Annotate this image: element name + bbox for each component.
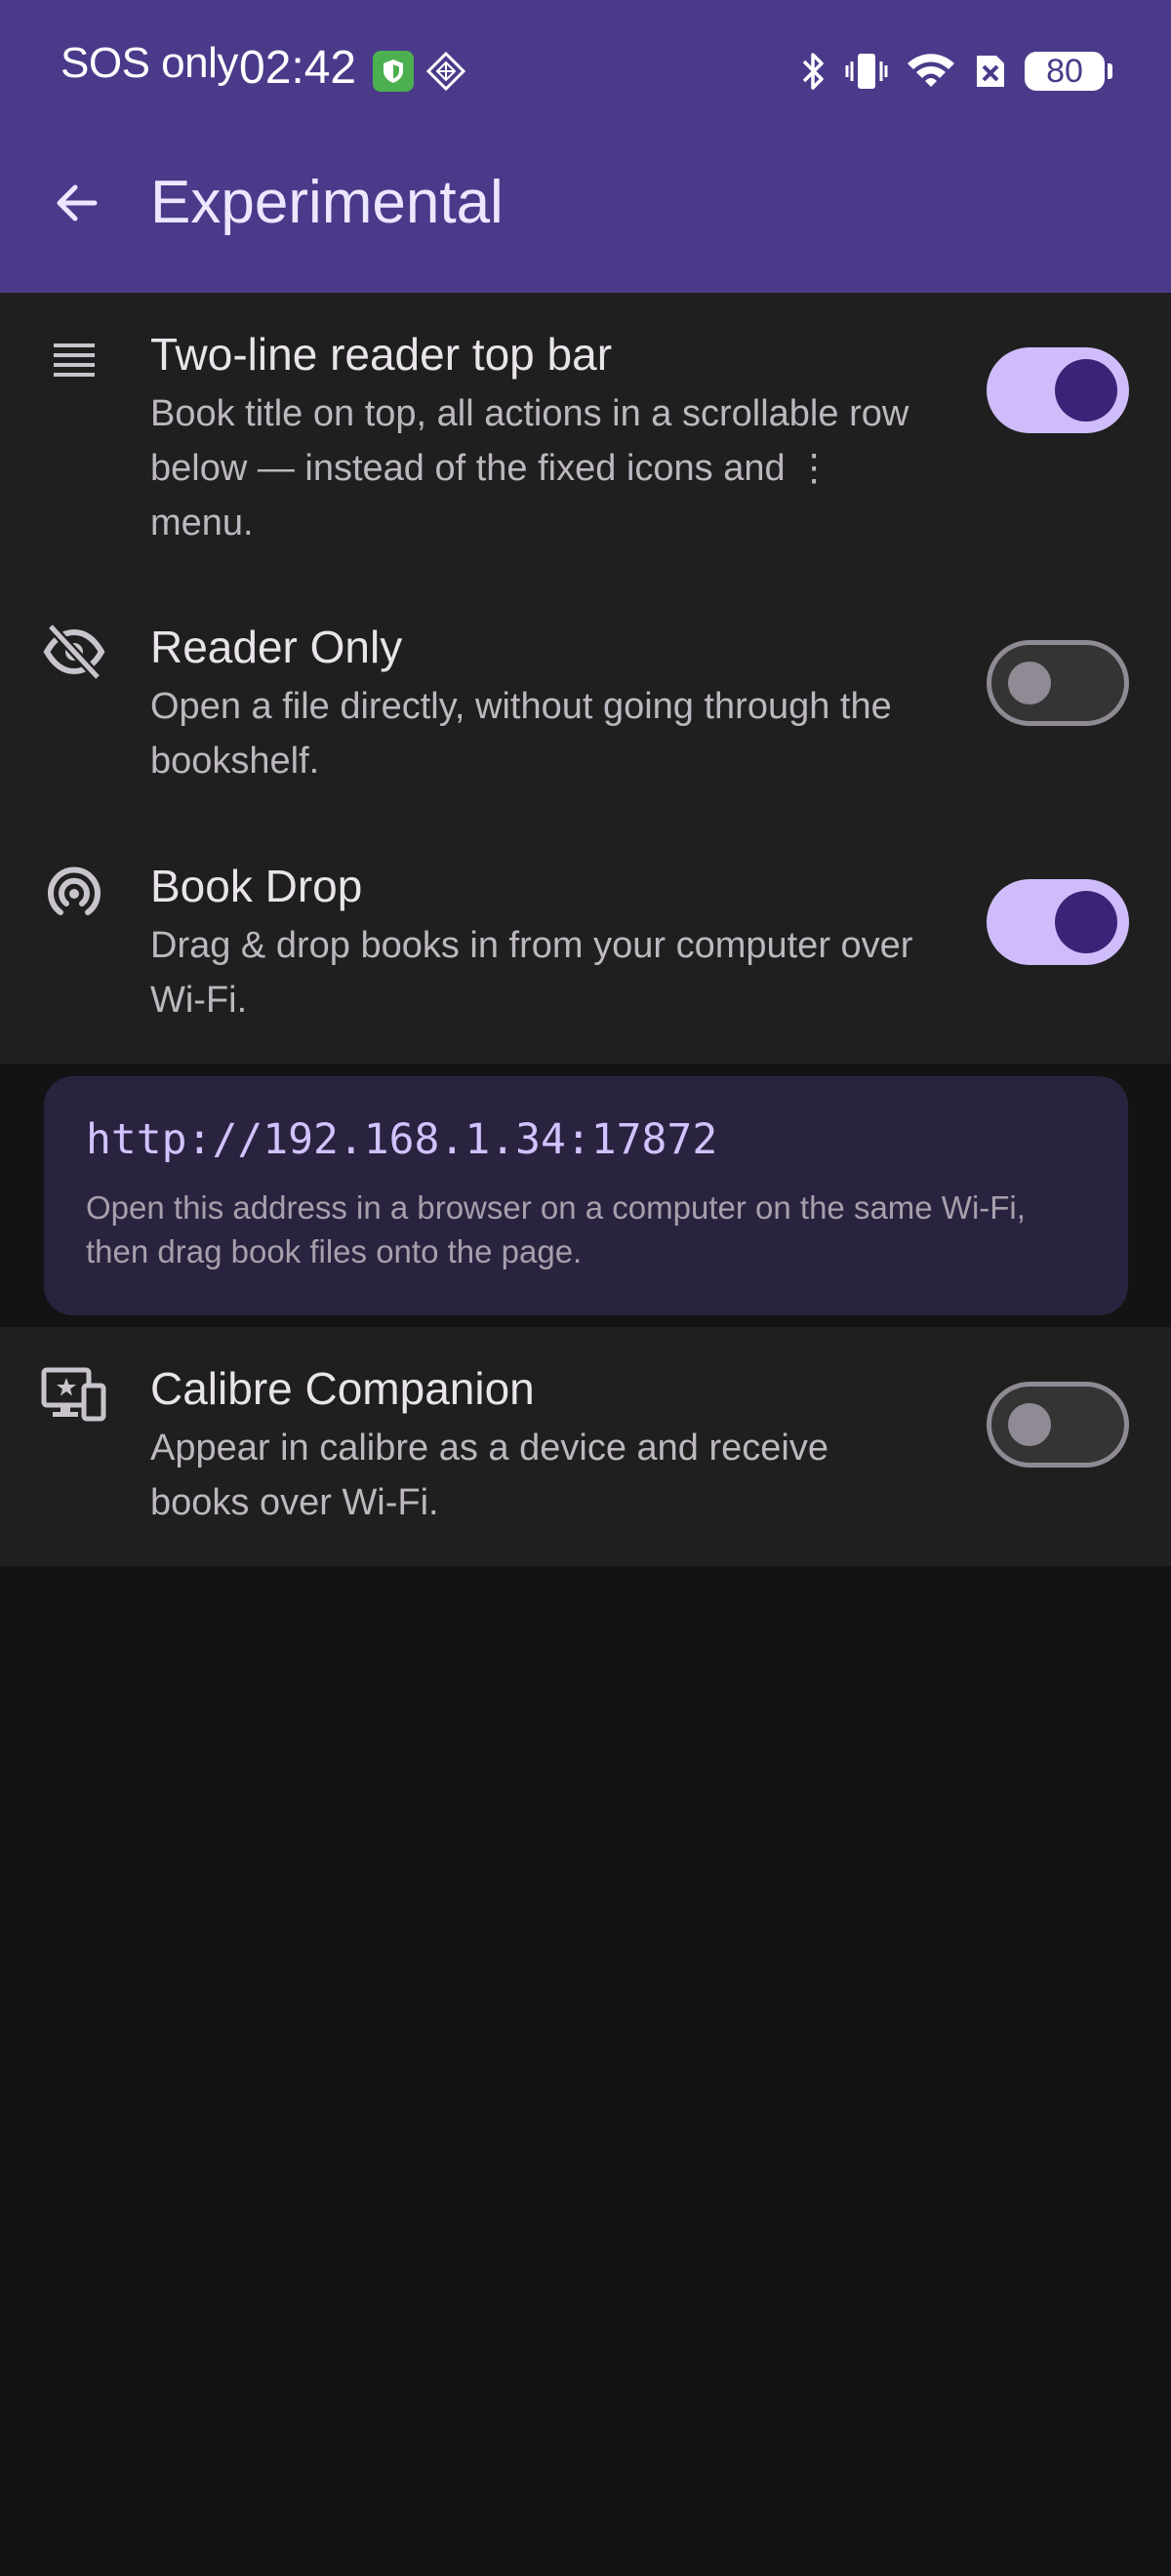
wifi-icon [908,54,954,87]
settings-group-calibre: Calibre Companion Appear in calibre as a… [0,1327,1171,1566]
grid-icon [425,51,466,92]
calibre-companion-toggle[interactable] [987,1382,1129,1468]
book-drop-hint: Open this address in a browser on a comp… [86,1189,1026,1269]
setting-title: Calibre Companion [150,1363,535,1414]
setting-book-drop[interactable]: Book Drop Drag & drop books in from your… [0,825,1171,1064]
toggle-thumb [1055,359,1117,422]
app-bar: SOS only 02:42 80 Experimental [0,0,1171,293]
setting-two-line-top-bar[interactable]: Two-line reader top bar Book title on to… [0,293,1171,585]
vibrate-icon [845,54,888,89]
broadcast-icon [41,860,107,926]
reader-only-toggle[interactable] [987,640,1129,726]
two-line-top-bar-toggle[interactable] [987,347,1129,433]
setting-description: Appear in calibre as a device and receiv… [150,1428,828,1523]
arrow-left-icon [57,184,98,221]
setting-title: Two-line reader top bar [150,329,613,380]
book-drop-toggle[interactable] [987,879,1129,965]
devices-icon [41,1362,107,1429]
status-icons: 80 [798,49,1112,94]
setting-description: Book title on top, all actions in a scro… [150,393,909,543]
setting-reader-only[interactable]: Reader Only Open a file directly, withou… [0,585,1171,825]
book-drop-address-card: http://192.168.1.34:17872 Open this addr… [44,1076,1128,1315]
bluetooth-icon [802,53,824,90]
back-button[interactable] [39,166,113,240]
setting-calibre-companion[interactable]: Calibre Companion Appear in calibre as a… [0,1327,1171,1566]
battery-icon: 80 [1025,52,1112,91]
setting-title: Book Drop [150,861,363,911]
eye-off-icon [41,619,107,685]
page-title: Experimental [150,169,504,236]
toggle-thumb [1008,1403,1051,1446]
shield-icon [373,51,414,92]
toggle-thumb [1008,662,1051,704]
carrier-label: SOS only [61,39,238,87]
toggle-thumb [1055,891,1117,953]
settings-group: Two-line reader top bar Book title on to… [0,293,1171,1064]
no-sim-icon [977,56,1004,87]
setting-description: Drag & drop books in from your computer … [150,925,913,1021]
status-bar: SOS only 02:42 80 [0,0,1171,137]
reader-topbar-icon [41,328,107,394]
setting-description: Open a file directly, without going thro… [150,686,892,782]
setting-title: Reader Only [150,622,403,672]
clock: 02:42 [239,42,357,94]
book-drop-url[interactable]: http://192.168.1.34:17872 [86,1115,717,1164]
